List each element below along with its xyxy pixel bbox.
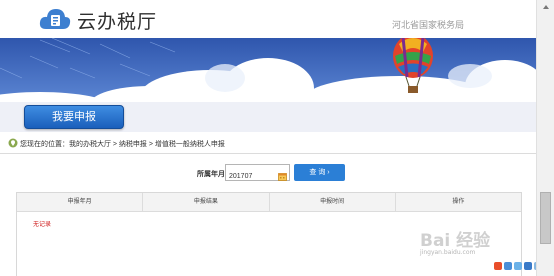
scroll-up-arrow-icon[interactable] (537, 0, 554, 14)
column-header: 操作 (452, 199, 465, 205)
query-button[interactable]: 查 询 › (294, 164, 345, 181)
baidu-watermark: Bai 经验 jingyan.baidu.com (420, 226, 490, 256)
column-header: 申报时间 (270, 193, 396, 211)
breadcrumb: 您现在的位置：我的办税大厅 > 纳税申报 > 增值税一般纳税人申报 (8, 138, 225, 150)
location-pin-icon (8, 138, 18, 150)
tray-app-icon[interactable] (504, 262, 512, 270)
breadcrumb-text: 您现在的位置：我的办税大厅 > 纳税申报 > 增值税一般纳税人申报 (19, 141, 225, 148)
hero-banner (0, 38, 536, 102)
period-input[interactable] (226, 169, 277, 184)
watermark-brand: Bai 经验 (420, 231, 491, 251)
column-header: 申报年月 (17, 193, 144, 211)
tray-app-icon[interactable] (524, 262, 532, 270)
calendar-icon[interactable] (278, 168, 287, 186)
column-header: 申报结果 (143, 193, 270, 211)
apply-declaration-button[interactable]: 我要申报 (24, 105, 124, 129)
divider (0, 153, 536, 154)
period-label: 所属年月: (197, 171, 228, 178)
empty-message: 无记录 (33, 222, 52, 228)
cloud-logo-icon (38, 5, 72, 38)
top-header: 云办税厅 河北省国家税务局 (0, 0, 536, 38)
scrollbar-thumb[interactable] (540, 192, 551, 244)
vertical-scrollbar[interactable] (536, 0, 554, 276)
input-method-icon[interactable] (494, 262, 502, 270)
tray-app-icon[interactable] (514, 262, 522, 270)
bureau-name: 河北省国家税务局 (391, 20, 464, 30)
hot-air-balloon-icon (393, 38, 433, 93)
app-name: 云办税厅 (77, 12, 158, 33)
table-header: 申报年月 申报结果 申报时间 操作 (17, 193, 521, 212)
period-field[interactable] (225, 164, 290, 184)
